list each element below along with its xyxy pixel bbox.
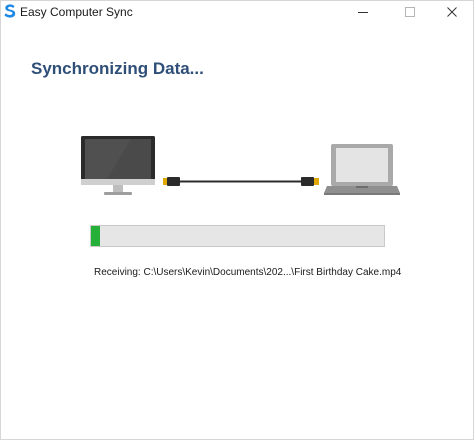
close-icon — [447, 7, 457, 17]
page-title: Synchronizing Data... — [31, 59, 204, 78]
minimize-button[interactable] — [340, 1, 386, 23]
sync-illustration — [81, 136, 400, 195]
maximize-icon — [405, 7, 415, 17]
title-bar[interactable]: Easy Computer Sync — [1, 1, 473, 23]
maximize-button[interactable] — [387, 1, 433, 23]
window-title: Easy Computer Sync — [20, 5, 133, 19]
minimize-icon — [358, 12, 368, 13]
laptop-icon — [324, 144, 400, 195]
app-window: Easy Computer Sync Synchronizing Data... — [0, 0, 474, 440]
desktop-monitor-icon — [81, 136, 155, 195]
progress-bar-fill — [91, 226, 100, 246]
progress-bar — [90, 225, 385, 247]
app-logo-icon — [4, 4, 16, 18]
close-button[interactable] — [429, 1, 474, 23]
status-text: Receiving: C:\Users\Kevin\Documents\202.… — [94, 267, 402, 278]
usb-cable-icon — [163, 177, 319, 186]
